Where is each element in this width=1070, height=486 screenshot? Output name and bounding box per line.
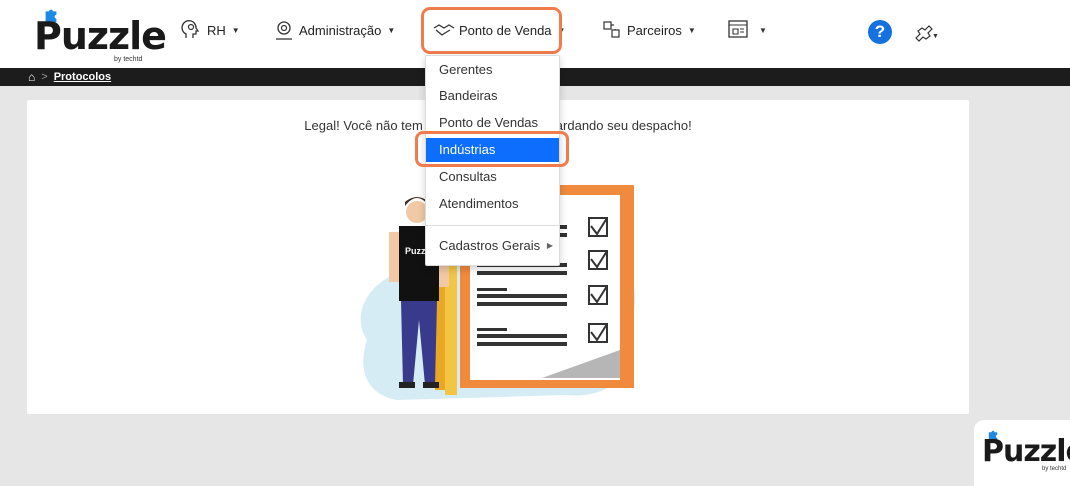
dropdown-item-cadastros-gerais-label: Cadastros Gerais	[439, 238, 541, 253]
dropdown-item-gerentes[interactable]: Gerentes	[426, 58, 559, 82]
nav-parceiros-label: Parceiros	[627, 22, 682, 38]
svg-text:▼: ▼	[932, 33, 938, 40]
dropdown-item-atendimentos[interactable]: Atendimentos	[426, 192, 559, 216]
brand-name: Puzzle	[34, 14, 167, 58]
nav-reports[interactable]: ▼	[726, 14, 767, 46]
caret-down-icon: ▼	[687, 25, 696, 35]
puzzle-hands-icon	[603, 21, 620, 38]
caret-down-icon: ▼	[231, 25, 240, 35]
puzzle-user-icon[interactable]: ▼	[910, 18, 938, 46]
caret-right-icon: ▶	[546, 241, 553, 250]
brand-logo[interactable]: Puzzle by techtd	[34, 6, 167, 63]
brand-tagline: by techtd	[114, 56, 143, 63]
corner-brand-name: Puzzle	[982, 434, 1070, 469]
head-gears-icon	[181, 20, 200, 38]
dashboard-icon	[728, 20, 748, 38]
dropdown-item-bandeiras[interactable]: Bandeiras	[426, 84, 559, 108]
nav-parceiros[interactable]: Parceiros ▼	[600, 14, 696, 46]
ponto-de-venda-highlight	[421, 7, 562, 54]
nav-rh[interactable]: RH ▼	[180, 14, 240, 46]
dropdown-item-consultas[interactable]: Consultas	[426, 165, 559, 189]
caret-down-icon: ▼	[387, 25, 396, 35]
nav-administracao-label: Administração	[299, 22, 382, 38]
dropdown-divider	[426, 225, 559, 226]
help-icon[interactable]: ?	[868, 20, 892, 44]
dropdown-item-cadastros-gerais[interactable]: Cadastros Gerais ▶	[426, 234, 559, 258]
corner-brand-tagline: by techtd	[1042, 466, 1067, 472]
breadcrumb-separator: >	[41, 71, 48, 83]
industrias-highlight	[415, 131, 569, 167]
nav-administracao[interactable]: Administração ▼	[272, 14, 395, 46]
breadcrumb-protocolos[interactable]: Protocolos	[54, 71, 111, 83]
caret-down-icon: ▼	[759, 25, 767, 35]
gear-hand-icon	[276, 21, 292, 40]
nav-rh-label: RH	[207, 22, 226, 38]
corner-brand-logo: Puzzle by techtd	[974, 420, 1070, 486]
home-icon[interactable]: ⌂	[28, 70, 35, 84]
